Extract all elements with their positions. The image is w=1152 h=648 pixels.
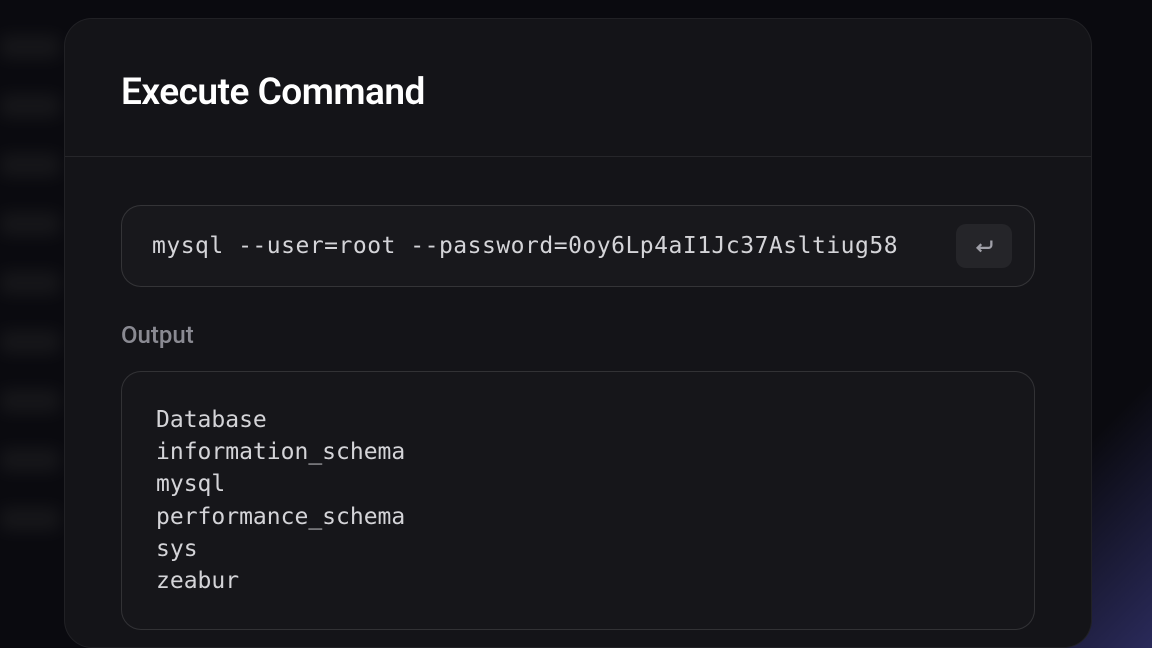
- execute-button[interactable]: [956, 224, 1012, 268]
- output-label: Output: [121, 321, 1035, 349]
- command-input[interactable]: [152, 233, 942, 259]
- modal-body: Output Database information_schema mysql…: [65, 157, 1091, 630]
- output-box: Database information_schema mysql perfor…: [121, 371, 1035, 630]
- output-content: Database information_schema mysql perfor…: [156, 404, 1000, 597]
- enter-icon: [973, 235, 995, 257]
- output-section: Output Database information_schema mysql…: [121, 321, 1035, 630]
- modal-header: Execute Command: [65, 19, 1091, 157]
- modal-title: Execute Command: [121, 71, 1035, 114]
- background-blur: [0, 0, 60, 648]
- command-input-container: [121, 205, 1035, 287]
- execute-command-modal: Execute Command Output Database informat…: [64, 18, 1092, 648]
